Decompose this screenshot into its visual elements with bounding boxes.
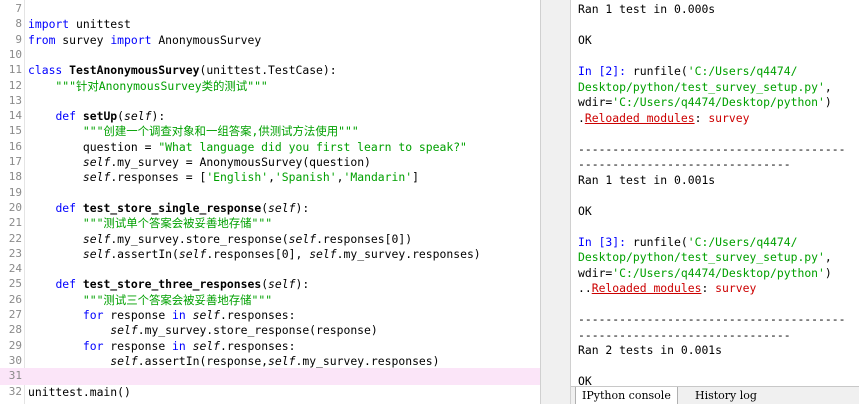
console-line: --------------------------------------- [578, 312, 846, 326]
code-line[interactable]: 27 for response in self.responses: [0, 307, 540, 323]
line-number: 18 [8, 170, 22, 184]
line-number: 7 [15, 2, 22, 15]
code-text: for response in self.responses: [82, 338, 296, 353]
pane-splitter[interactable] [540, 0, 571, 404]
code-text: self.my_survey = AnonymousSurvey(questio… [82, 155, 371, 169]
console-line: Ran 2 tests in 0.001s [578, 343, 723, 357]
code-text: """创建一个调查对象和一组答案,供测试方法使用""" [28, 124, 359, 139]
line-number: 31 [8, 369, 22, 383]
code-line[interactable]: 16 question = "What language did you fir… [0, 139, 540, 155]
line-number: 16 [8, 139, 22, 153]
code-line[interactable]: 9 from survey import AnonymousSurvey [0, 32, 540, 48]
code-line[interactable]: 29 for response in self.responses: [0, 338, 540, 354]
code-text: self.assertIn(self.responses[0], self.my… [82, 246, 481, 261]
code-line[interactable]: 17 self.my_survey = AnonymousSurvey(ques… [0, 154, 540, 170]
code-line[interactable]: 31 [0, 368, 540, 385]
line-number: 15 [8, 124, 22, 138]
code-text: def setUp(self): [55, 109, 166, 124]
code-text: """测试单个答案会被妥善地存储""" [28, 216, 273, 231]
code-text: def test_store_three_responses(self): [55, 277, 310, 292]
console-line: Desktop/python/test_survey_setup.py', [578, 79, 832, 94]
code-line[interactable]: 10 [0, 47, 540, 63]
line-number: 10 [8, 47, 22, 61]
line-number: 21 [8, 216, 22, 230]
line-number: 28 [8, 323, 22, 337]
line-number: 9 [15, 32, 22, 46]
code-line[interactable]: 14 def setUp(self): [0, 108, 540, 124]
line-number: 13 [8, 93, 22, 107]
code-text: question = "What language did you first … [28, 139, 467, 154]
code-text: self.my_survey.store_response(self.respo… [82, 231, 413, 246]
code-text: from survey import AnonymousSurvey [28, 32, 262, 47]
line-number: 26 [8, 292, 22, 306]
line-number: 24 [8, 262, 22, 276]
tab-history-log[interactable]: History log [689, 387, 763, 404]
code-line[interactable]: 8 import unittest [0, 16, 540, 32]
console-line: ------------------------------- [578, 327, 791, 342]
code-line[interactable]: 24 [0, 261, 540, 277]
console-line: wdir='C:/Users/q4474/Desktop/python') [578, 265, 832, 280]
code-line[interactable]: 28 self.my_survey.store_response(respons… [0, 322, 540, 338]
code-line[interactable]: 23 self.assertIn(self.responses[0], self… [0, 246, 540, 262]
line-number: 8 [15, 17, 22, 31]
console-line: OK [578, 203, 592, 218]
line-number: 19 [8, 185, 22, 199]
code-line[interactable]: 13 [0, 93, 540, 109]
code-text: unittest.main() [28, 384, 131, 399]
console-line: ..Reloaded modules: survey [578, 281, 757, 295]
tab-ipython-console[interactable]: IPython console [575, 387, 678, 404]
line-number: 22 [8, 231, 22, 245]
code-text: import unittest [28, 17, 131, 32]
console-tab-bar: IPython console History log [571, 386, 859, 404]
console-line: wdir='C:/Users/q4474/Desktop/python') [578, 95, 832, 109]
code-text: for response in self.responses: [82, 308, 296, 322]
code-text: """测试三个答案会被妥善地存储""" [28, 292, 273, 307]
console-line: Ran 1 test in 0.001s [578, 172, 716, 187]
line-number: 32 [8, 384, 22, 398]
code-text: self.responses = ['English','Spanish','M… [82, 170, 419, 185]
code-line[interactable]: 20 def test_store_single_response(self): [0, 200, 540, 216]
code-text: """针对AnonymousSurvey类的测试""" [28, 78, 268, 93]
line-number: 25 [8, 277, 22, 291]
code-line[interactable]: 19 [0, 185, 540, 201]
console-line: ------------------------------- [578, 157, 791, 171]
line-number: 20 [8, 200, 22, 214]
console-line: In [2]: runfile('C:/Users/q4474/ [578, 64, 798, 78]
code-line[interactable]: 11 class TestAnonymousSurvey(unittest.Tes… [0, 62, 540, 78]
line-number: 23 [8, 246, 22, 260]
code-line[interactable]: 12 """针对AnonymousSurvey类的测试""" [0, 78, 540, 94]
console-line: OK [578, 33, 592, 47]
console-line: OK [578, 374, 592, 386]
code-line[interactable]: 25 def test_store_three_responses(self): [0, 276, 540, 292]
line-number: 14 [8, 109, 22, 123]
code-text: class TestAnonymousSurvey(unittest.TestC… [28, 63, 337, 78]
line-number: 27 [8, 308, 22, 321]
console-line: .Reloaded modules: survey [578, 110, 750, 125]
code-line[interactable]: 18 self.responses = ['English','Spanish'… [0, 169, 540, 185]
line-number: 11 [8, 63, 22, 77]
line-number: 29 [8, 338, 22, 352]
code-text: self.my_survey.store_response(response) [110, 323, 378, 338]
console-line: --------------------------------------- [578, 141, 846, 156]
line-number: 12 [8, 78, 22, 92]
code-line[interactable]: 32 unittest.main() [0, 384, 540, 400]
code-line[interactable]: 7 [0, 1, 540, 17]
code-line[interactable]: 26 """测试三个答案会被妥善地存储""" [0, 292, 540, 308]
console-line: In [3]: runfile('C:/Users/q4474/ [578, 234, 798, 249]
ipython-console[interactable]: Ran 1 test in 0.000s OK In [2]: runfile('C… [571, 0, 859, 386]
console-line: Desktop/python/test_survey_setup.py', [578, 250, 832, 264]
code-line[interactable]: 22 self.my_survey.store_response(self.re… [0, 231, 540, 247]
code-line[interactable]: 21 """测试单个答案会被妥善地存储""" [0, 215, 540, 231]
line-number: 30 [8, 353, 22, 367]
code-line[interactable]: 30 self.assertIn(response,self.my_survey… [0, 353, 540, 369]
code-line[interactable]: 15 """创建一个调查对象和一组答案,供测试方法使用""" [0, 123, 540, 139]
code-editor[interactable]: 7 8 import unittest 9 from survey import Ano… [0, 0, 540, 404]
console-line: Ran 1 test in 0.000s [578, 2, 716, 16]
code-text: def test_store_single_response(self): [55, 200, 310, 215]
code-text: self.assertIn(response,self.my_survey.re… [110, 353, 440, 368]
line-number: 17 [8, 155, 22, 168]
